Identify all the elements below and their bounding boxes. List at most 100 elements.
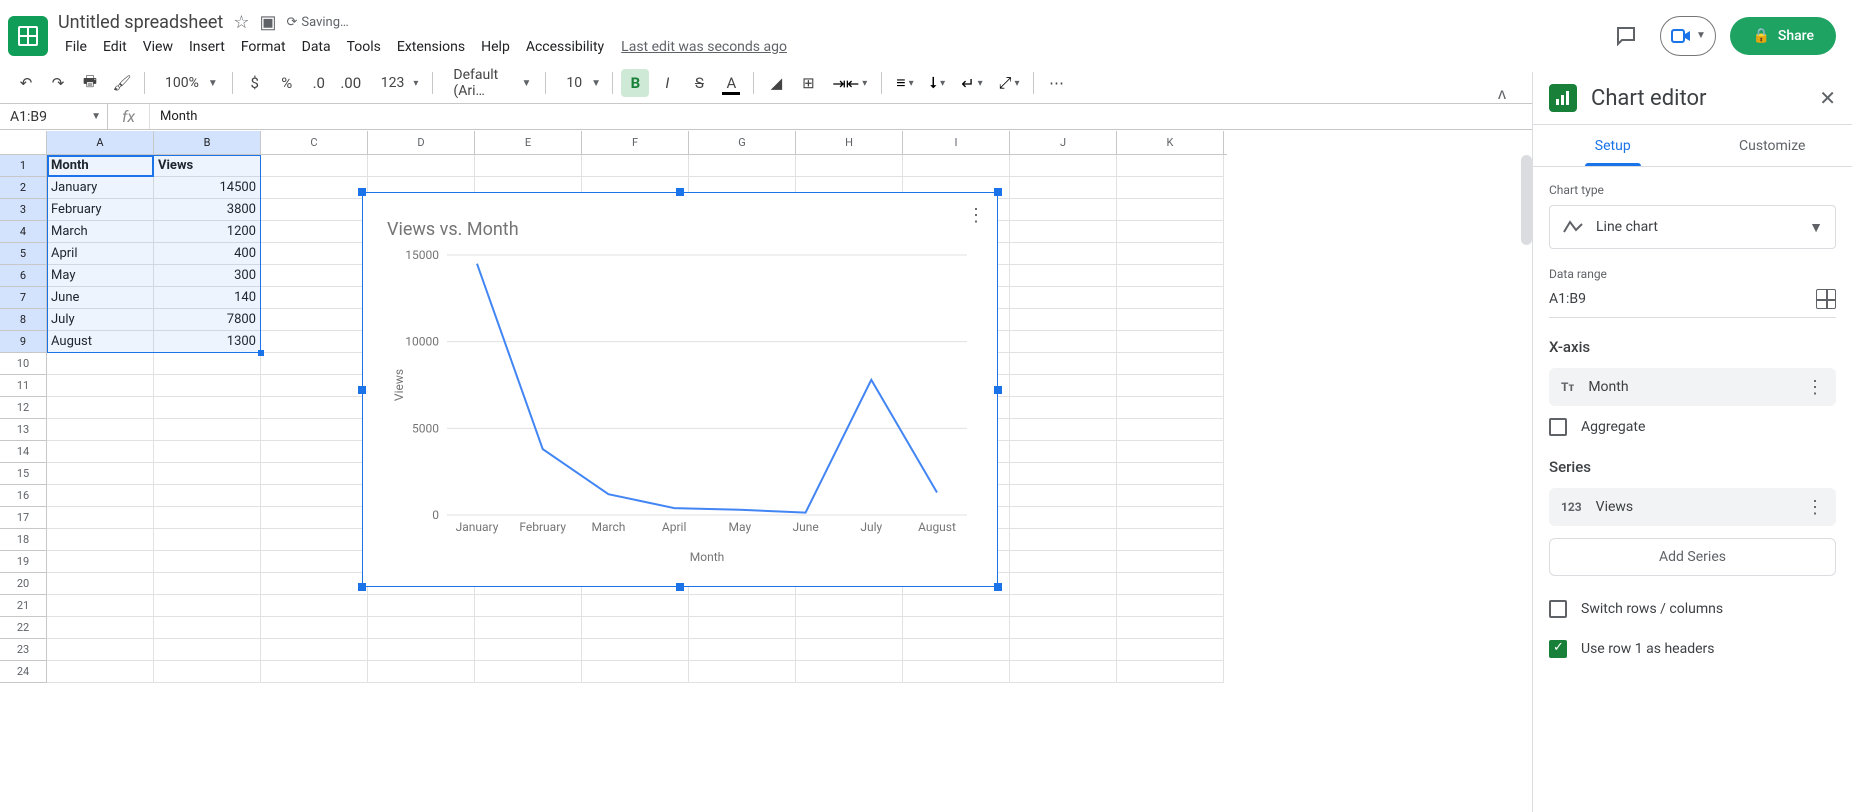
cell[interactable]: [154, 353, 261, 375]
cell[interactable]: 14500: [154, 177, 261, 199]
cell[interactable]: [47, 419, 154, 441]
row-header[interactable]: 3: [0, 199, 47, 221]
sheets-logo[interactable]: [8, 16, 48, 56]
cell[interactable]: [368, 155, 475, 177]
menu-accessibility[interactable]: Accessibility: [519, 35, 611, 59]
h-align-button[interactable]: ≡▾: [890, 73, 919, 93]
cell[interactable]: [1010, 177, 1117, 199]
cell[interactable]: [261, 529, 368, 551]
menu-tools[interactable]: Tools: [340, 35, 388, 59]
increase-decimal-button[interactable]: .00: [337, 69, 365, 97]
cell[interactable]: [1010, 661, 1117, 683]
cell[interactable]: [1117, 287, 1224, 309]
cell[interactable]: [1117, 177, 1224, 199]
cell[interactable]: [261, 309, 368, 331]
row-header[interactable]: 4: [0, 221, 47, 243]
cell[interactable]: [368, 617, 475, 639]
cell[interactable]: [154, 419, 261, 441]
cell[interactable]: [689, 639, 796, 661]
cell[interactable]: Views: [154, 155, 261, 177]
cell[interactable]: [47, 375, 154, 397]
row-header[interactable]: 16: [0, 485, 47, 507]
cell[interactable]: [261, 485, 368, 507]
menu-view[interactable]: View: [136, 35, 180, 59]
row-header[interactable]: 24: [0, 661, 47, 683]
cell[interactable]: [154, 507, 261, 529]
cell[interactable]: [1010, 221, 1117, 243]
cell[interactable]: [47, 529, 154, 551]
cell[interactable]: [903, 661, 1010, 683]
cell[interactable]: [1010, 617, 1117, 639]
cell[interactable]: [1117, 199, 1224, 221]
cell[interactable]: [582, 595, 689, 617]
cell[interactable]: [261, 375, 368, 397]
cell[interactable]: [1117, 639, 1224, 661]
col-header[interactable]: E: [475, 131, 582, 154]
v-align-button[interactable]: ⭣▾: [924, 73, 952, 93]
cell[interactable]: [261, 287, 368, 309]
cell[interactable]: [1117, 353, 1224, 375]
row-header[interactable]: 21: [0, 595, 47, 617]
cell[interactable]: [261, 177, 368, 199]
cell[interactable]: [1117, 331, 1224, 353]
cell[interactable]: [47, 551, 154, 573]
cell[interactable]: [475, 661, 582, 683]
cell[interactable]: [1117, 463, 1224, 485]
cell[interactable]: [1117, 375, 1224, 397]
row-header[interactable]: 5: [0, 243, 47, 265]
cell[interactable]: [1010, 155, 1117, 177]
cell[interactable]: [154, 617, 261, 639]
cell[interactable]: [47, 639, 154, 661]
undo-button[interactable]: ↶: [12, 69, 40, 97]
print-button[interactable]: 🖶: [76, 69, 104, 97]
cell[interactable]: [261, 331, 368, 353]
cell[interactable]: [261, 353, 368, 375]
star-icon[interactable]: ☆: [233, 12, 249, 33]
bold-button[interactable]: B: [621, 69, 649, 97]
cell[interactable]: [261, 507, 368, 529]
cell[interactable]: [154, 397, 261, 419]
data-range-input[interactable]: A1:B9: [1549, 291, 1816, 307]
menu-edit[interactable]: Edit: [96, 35, 134, 59]
cell[interactable]: [1117, 485, 1224, 507]
cell[interactable]: [154, 595, 261, 617]
text-color-button[interactable]: A: [717, 69, 745, 97]
borders-button[interactable]: ⊞: [794, 69, 822, 97]
cell[interactable]: Month: [47, 155, 154, 177]
cell[interactable]: [47, 463, 154, 485]
use-row1-checkbox[interactable]: [1549, 640, 1567, 658]
cell[interactable]: [1010, 485, 1117, 507]
font-size-dropdown[interactable]: 10▼: [554, 75, 604, 91]
more-formats-dropdown[interactable]: 123▾: [369, 75, 425, 91]
cell[interactable]: [903, 639, 1010, 661]
col-header[interactable]: K: [1117, 131, 1224, 154]
cell[interactable]: [1010, 375, 1117, 397]
row-header[interactable]: 10: [0, 353, 47, 375]
cell[interactable]: [796, 639, 903, 661]
cell[interactable]: [154, 463, 261, 485]
cell[interactable]: [1117, 243, 1224, 265]
cell[interactable]: [582, 639, 689, 661]
cell[interactable]: [1117, 617, 1224, 639]
cell[interactable]: [1010, 331, 1117, 353]
series-chip[interactable]: 123 Views ⋮: [1549, 488, 1836, 526]
cell[interactable]: [689, 155, 796, 177]
cell[interactable]: [1010, 529, 1117, 551]
col-header[interactable]: D: [368, 131, 475, 154]
col-header[interactable]: C: [261, 131, 368, 154]
cell[interactable]: [1117, 265, 1224, 287]
cell[interactable]: [154, 441, 261, 463]
share-button[interactable]: 🔒Share: [1730, 17, 1836, 55]
chart-more-icon[interactable]: ⋮: [967, 205, 985, 226]
cell[interactable]: [796, 155, 903, 177]
cell[interactable]: [47, 617, 154, 639]
cell[interactable]: [261, 155, 368, 177]
cell[interactable]: 1200: [154, 221, 261, 243]
cell[interactable]: [47, 353, 154, 375]
fill-color-button[interactable]: ◢: [762, 69, 790, 97]
row-header[interactable]: 13: [0, 419, 47, 441]
switch-rows-checkbox[interactable]: [1549, 600, 1567, 618]
cell[interactable]: [475, 595, 582, 617]
cell[interactable]: [47, 661, 154, 683]
select-range-icon[interactable]: [1816, 289, 1836, 309]
